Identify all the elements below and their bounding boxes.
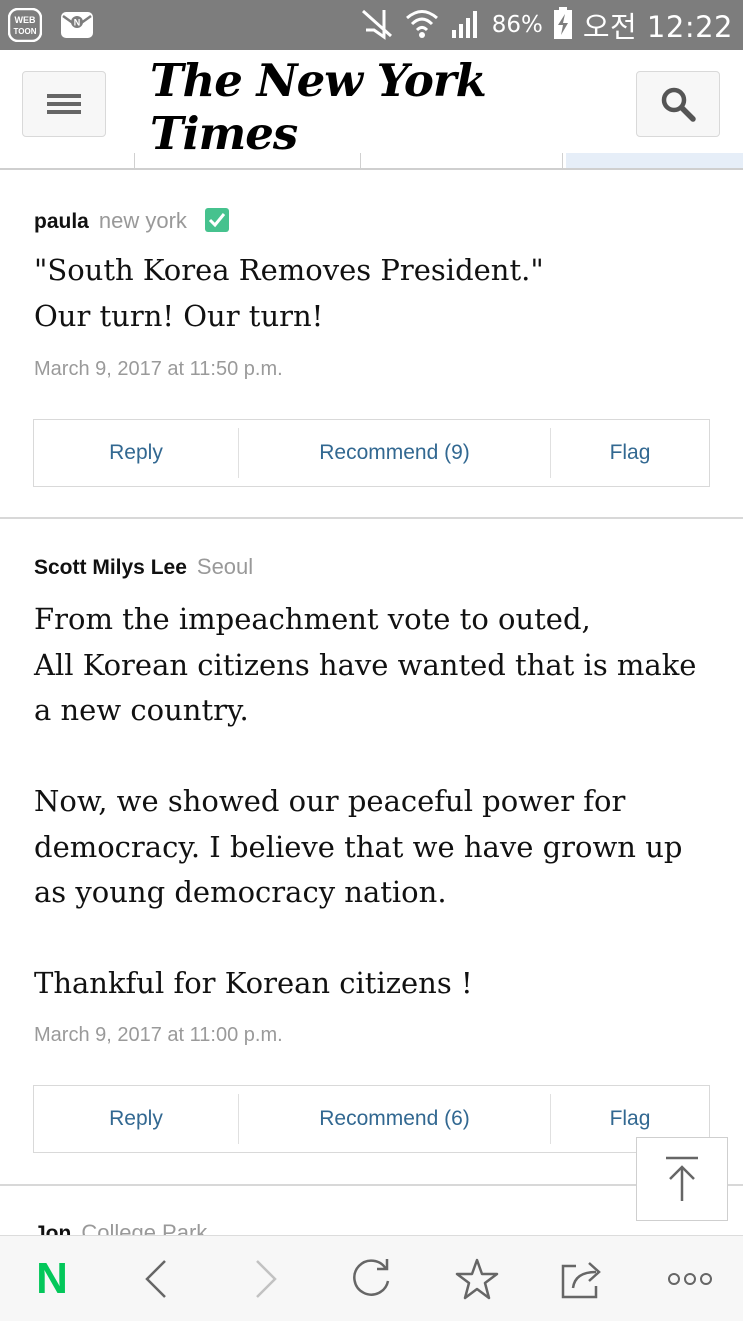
svg-text:N: N — [74, 18, 81, 28]
wifi-icon — [404, 6, 440, 45]
bookmark-star-icon — [455, 1258, 499, 1300]
verified-check-icon — [204, 208, 229, 232]
battery-percent: 86% — [491, 12, 543, 38]
comment-actions: Reply Recommend (9) Flag — [33, 419, 710, 487]
tab-divider — [134, 153, 135, 168]
refresh-button[interactable] — [341, 1236, 401, 1322]
section-tabstrip — [0, 153, 743, 168]
menu-button[interactable] — [22, 71, 106, 137]
naver-home-button[interactable]: N — [22, 1236, 82, 1322]
comment-author[interactable]: Scott Milys Lee — [34, 556, 187, 580]
hamburger-menu-icon — [47, 94, 81, 114]
naver-home-icon: N — [36, 1254, 68, 1303]
back-icon — [145, 1260, 166, 1298]
battery-charging-icon — [553, 6, 573, 45]
more-icon — [668, 1273, 712, 1285]
comment-meta: Scott Milys Lee Seoul — [34, 554, 253, 580]
tab-divider — [360, 153, 361, 168]
share-button[interactable] — [553, 1236, 613, 1322]
tab-divider — [562, 153, 563, 168]
comment-body: "South Korea Removes President." Our tur… — [34, 253, 544, 333]
comment-actions: Reply Recommend (6) Flag — [33, 1085, 710, 1153]
naver-mail-icon: N — [60, 8, 94, 42]
comment-location: College Park — [81, 1220, 208, 1235]
reply-button[interactable]: Reply — [34, 420, 238, 486]
comment-date: March 9, 2017 at 11:00 p.m. — [34, 1024, 283, 1046]
forward-button[interactable] — [236, 1236, 296, 1322]
comment-meta: paula new york — [34, 204, 229, 234]
comment: Scott Milys Lee Seoul From the impeachme… — [0, 519, 743, 1185]
comment: paula new york "South Korea Removes Pres… — [0, 170, 743, 518]
bookmark-button[interactable] — [447, 1236, 507, 1322]
more-button[interactable] — [660, 1236, 720, 1322]
refresh-icon — [353, 1259, 390, 1296]
webtoon-app-icon: WEB TOON — [7, 7, 43, 43]
recommend-button[interactable]: Recommend (6) — [239, 1086, 550, 1152]
comment-location: new york — [98, 208, 187, 233]
webtoon-label-bottom: TOON — [14, 27, 37, 36]
comment-date: March 9, 2017 at 11:50 p.m. — [34, 358, 283, 380]
comment-meta: Jon College Park — [34, 1220, 207, 1235]
comment-location: Seoul — [196, 554, 254, 579]
recommend-button[interactable]: Recommend (9) — [239, 420, 550, 486]
search-icon — [661, 87, 696, 122]
comment-author[interactable]: paula — [34, 210, 89, 234]
active-tab[interactable] — [566, 153, 743, 168]
share-icon — [561, 1262, 601, 1299]
nyt-logo[interactable]: The New York Times — [150, 54, 610, 160]
signal-icon — [450, 6, 482, 45]
search-button[interactable] — [636, 71, 720, 137]
flag-button[interactable]: Flag — [551, 420, 709, 486]
forward-icon — [256, 1260, 277, 1298]
reply-button[interactable]: Reply — [34, 1086, 238, 1152]
comment-body: From the impeachment vote to outed, All … — [34, 602, 697, 1000]
comment-author[interactable]: Jon — [34, 1222, 71, 1235]
back-to-top-button[interactable] — [636, 1137, 728, 1221]
status-bar: WEB TOON N 86% 오전 12:22 — [0, 0, 743, 50]
clock: 오전 12:22 — [582, 10, 733, 44]
comment: Jon College Park — [0, 1186, 743, 1235]
browser-bottom-bar: N — [0, 1235, 743, 1321]
back-button[interactable] — [126, 1236, 186, 1322]
mute-icon — [360, 6, 394, 45]
arrow-up-to-top-icon — [666, 1156, 698, 1201]
site-header: The New York Times — [0, 50, 743, 168]
webtoon-label-top: WEB — [15, 15, 36, 25]
